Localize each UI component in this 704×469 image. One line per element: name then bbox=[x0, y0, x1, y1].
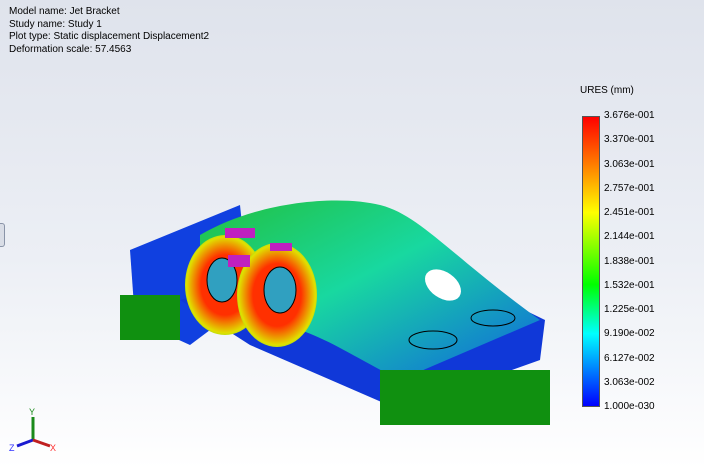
axis-y-label: Y bbox=[29, 407, 35, 417]
color-scale-bar bbox=[582, 116, 600, 407]
legend-label: 3.676e-001 bbox=[604, 110, 655, 121]
legend-label: 1.532e-001 bbox=[604, 279, 655, 291]
legend-label: 3.063e-002 bbox=[604, 376, 655, 388]
legend-label: 3.063e-001 bbox=[604, 158, 655, 170]
legend-label: 3.370e-001 bbox=[604, 134, 655, 146]
triad: Y Z X bbox=[9, 407, 56, 453]
jet-bracket-model bbox=[120, 200, 550, 425]
legend-label: 9.190e-002 bbox=[604, 328, 655, 340]
legend-label: 6.127e-002 bbox=[604, 352, 655, 364]
legend-title: URES (mm) bbox=[580, 85, 634, 96]
axis-z-label: Z bbox=[9, 443, 15, 453]
legend-label: 2.451e-001 bbox=[604, 207, 655, 218]
hole-2 bbox=[263, 266, 297, 314]
axis-x-label: X bbox=[50, 443, 56, 453]
legend-label: 1.225e-001 bbox=[604, 304, 655, 315]
legend-label: 2.144e-001 bbox=[604, 231, 655, 243]
legend-label: 2.757e-001 bbox=[604, 182, 655, 194]
legend-label: 1.000e-030 bbox=[604, 401, 655, 412]
legend-label: 1.838e-001 bbox=[604, 255, 655, 267]
